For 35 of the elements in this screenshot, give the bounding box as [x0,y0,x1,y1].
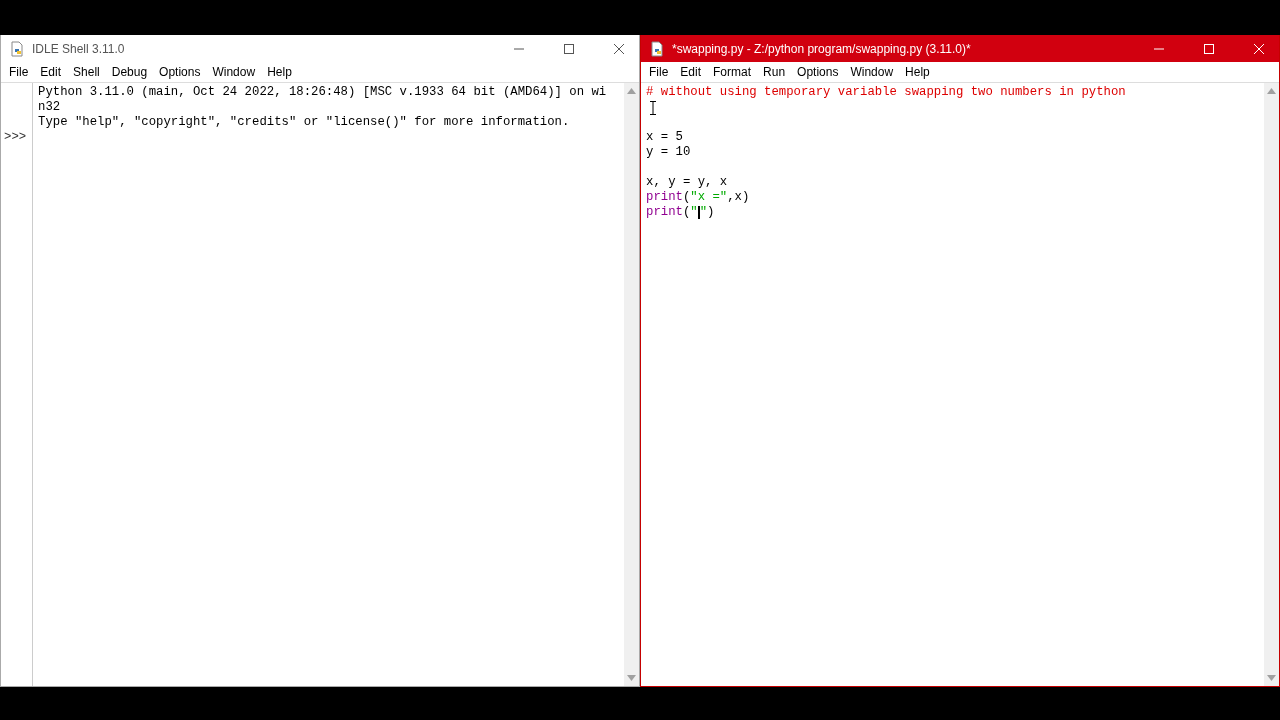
code-text: " [699,205,708,220]
menu-item[interactable]: Options [791,65,845,79]
code-text: ) [707,205,715,220]
ibeam-cursor-icon [650,100,656,115]
document-icon [649,40,665,57]
code-text: ( [682,205,691,220]
code-text: x = 5 [646,130,683,145]
code-text: ( [682,190,691,205]
code-text: y = 10 [646,145,691,160]
scroll-down-icon[interactable] [1267,675,1276,681]
shell-prompt: >>> [4,130,27,144]
text-cursor [697,206,700,219]
code-text: ,x) [727,190,750,205]
menu-item[interactable]: Help [899,65,936,79]
menu-item[interactable]: Run [757,65,792,79]
window-title: IDLE Shell 3.11.0 [32,41,125,56]
menu-item[interactable]: Format [707,65,758,79]
code-text: x, y = y, x [646,175,728,190]
scroll-down-icon[interactable] [627,675,636,681]
code-text: n32 [38,100,61,115]
scroll-up-icon[interactable] [627,88,636,94]
code-text: print [646,190,683,205]
window-title: *swapping.py - Z:/python program/swapping.py (3.11.0)* [672,41,971,56]
scrollbar[interactable] [1264,83,1279,686]
menu-item[interactable]: File [643,65,675,79]
code-text: Python 3.11.0 (main, Oct 24 2022, 18:26:48) [MSC v.1933 64 bit (AMD64)] on wi [38,85,607,100]
code-text: print [646,205,683,220]
code-text: " [690,205,698,220]
code-text: "x =" [690,190,728,205]
menu-item[interactable]: Window [844,65,900,79]
code-text: Type "help", "copyright", "credits" or "license()" for more information. [38,115,570,130]
scroll-up-icon[interactable] [1267,88,1276,94]
code-text: # without using temporary variable swapping two numbers in python [646,85,1126,100]
menu-item[interactable]: Edit [674,65,708,79]
document-icon [9,40,25,57]
